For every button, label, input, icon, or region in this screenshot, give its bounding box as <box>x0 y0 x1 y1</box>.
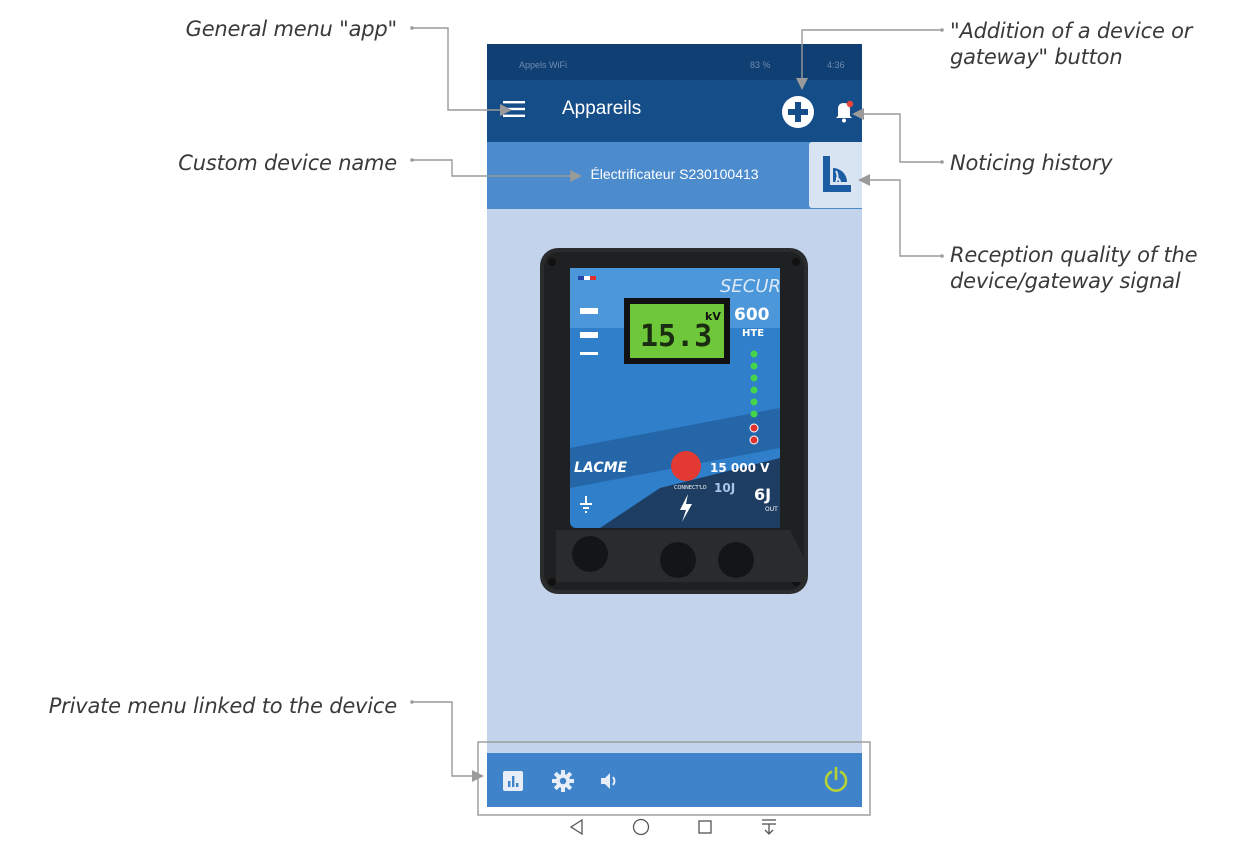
annotation-noticing-history: Noticing history <box>950 151 1113 175</box>
annotation-reception-line1: Reception quality of the <box>950 243 1198 267</box>
device-joules-out: 6J <box>754 485 771 504</box>
add-device-button[interactable] <box>781 95 815 129</box>
phone-screen: Appels WiFi 83 % 4:36 Appareils Électrif… <box>487 44 862 847</box>
annotation-custom-device-name: Custom device name <box>178 151 397 175</box>
page-title: Appareils <box>562 98 642 119</box>
device-joules-in: 10J <box>714 481 735 495</box>
private-menu-bar <box>487 753 862 807</box>
home-icon[interactable] <box>629 815 653 839</box>
volume-icon[interactable] <box>598 769 622 793</box>
signal-icon <box>823 156 851 192</box>
recents-icon[interactable] <box>693 815 717 839</box>
annotation-add-device-line2: gateway" button <box>950 45 1123 69</box>
annotation-private-menu: Private menu linked to the device <box>48 694 397 718</box>
device-model: 600 <box>734 305 770 325</box>
device-image: SECUR 15.3 kV 600 HTE LACME CONNECT'LO 1… <box>540 248 808 594</box>
device-connect-label: CONNECT'LO <box>674 485 707 491</box>
bell-icon[interactable] <box>832 98 856 124</box>
menu-icon[interactable] <box>503 100 525 118</box>
annotation-general-menu: General menu "app" <box>185 17 398 41</box>
android-nav-bar <box>487 807 862 847</box>
back-icon[interactable] <box>565 815 589 839</box>
app-bar: Appareils <box>487 80 862 142</box>
annotation-add-device: "Addition of a device or gateway" button <box>950 18 1192 70</box>
notification-shade-icon[interactable] <box>757 815 781 839</box>
annotation-reception-line2: device/gateway signal <box>950 269 1181 293</box>
annotation-add-device-line1: "Addition of a device or <box>950 19 1193 43</box>
device-model-suffix: HTE <box>742 328 764 339</box>
device-header: Électrificateur S230100413 <box>487 142 862 209</box>
status-bar: Appels WiFi 83 % 4:36 <box>487 44 862 80</box>
device-maker: LACME <box>574 460 628 476</box>
status-carrier: Appels WiFi <box>519 60 568 70</box>
power-icon[interactable] <box>822 765 850 793</box>
device-display-value: 15.3 <box>640 319 712 354</box>
device-brand: SECUR <box>720 276 781 297</box>
device-display-unit: kV <box>705 310 721 323</box>
device-voltage: 15 000 V <box>710 461 770 475</box>
status-time: 4:36 <box>827 60 845 70</box>
signal-quality-button[interactable] <box>809 142 862 208</box>
device-out-label: OUT <box>765 506 778 513</box>
annotation-reception-quality: Reception quality of the device/gateway … <box>950 242 1198 294</box>
device-name[interactable]: Électrificateur S230100413 <box>487 166 862 182</box>
settings-gear-icon[interactable] <box>551 769 575 793</box>
status-battery: 83 % <box>750 60 771 70</box>
stats-icon[interactable] <box>501 769 525 793</box>
